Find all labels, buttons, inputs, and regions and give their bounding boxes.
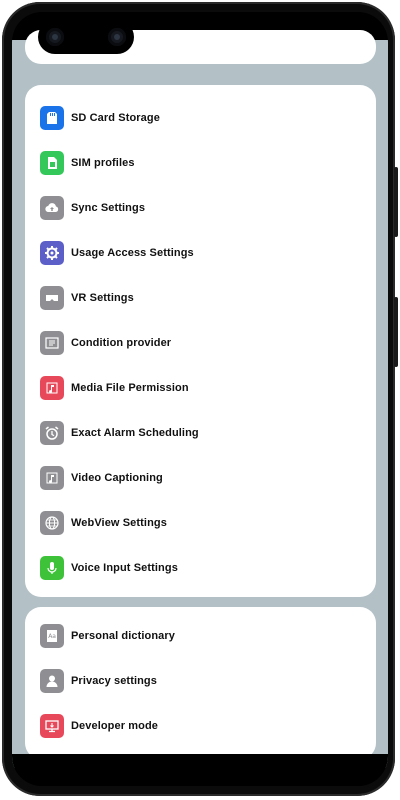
sim-icon — [40, 150, 64, 175]
setting-label: Privacy settings — [71, 674, 157, 687]
camera-cutout — [38, 20, 134, 54]
sd-card-icon — [40, 105, 64, 130]
alarm-clock-icon — [40, 420, 64, 445]
setting-personal-dictionary[interactable]: Aa Personal dictionary — [25, 613, 376, 658]
setting-label: VR Settings — [71, 291, 134, 304]
globe-icon — [40, 510, 64, 535]
setting-sim-profiles[interactable]: SIM profiles — [25, 140, 376, 185]
setting-label: SD Card Storage — [71, 111, 160, 124]
setting-video-captioning[interactable]: Video Captioning — [25, 455, 376, 500]
settings-group-2: Aa Personal dictionary Privacy settings … — [25, 607, 376, 759]
setting-label: Developer mode — [71, 719, 158, 732]
setting-exact-alarm[interactable]: Exact Alarm Scheduling — [25, 410, 376, 455]
setting-label: Voice Input Settings — [71, 561, 178, 574]
setting-vr-settings[interactable]: VR Settings — [25, 275, 376, 320]
setting-privacy[interactable]: Privacy settings — [25, 658, 376, 703]
person-icon — [40, 668, 64, 693]
setting-label: WebView Settings — [71, 516, 167, 529]
power-button — [394, 297, 398, 367]
svg-text:Aa: Aa — [48, 633, 56, 640]
setting-label: Video Captioning — [71, 471, 163, 484]
condition-icon — [40, 330, 64, 355]
setting-label: SIM profiles — [71, 156, 135, 169]
setting-sync-settings[interactable]: Sync Settings — [25, 185, 376, 230]
setting-label: Personal dictionary — [71, 629, 175, 642]
setting-webview[interactable]: WebView Settings — [25, 500, 376, 545]
setting-label: Sync Settings — [71, 201, 146, 214]
caption-icon — [40, 465, 64, 490]
setting-voice-input[interactable]: Voice Input Settings — [25, 545, 376, 590]
front-camera-icon — [46, 28, 64, 46]
dictionary-icon: Aa — [40, 623, 64, 648]
gear-icon — [40, 240, 64, 265]
navigation-bar — [12, 754, 388, 786]
setting-developer-mode[interactable]: Developer mode — [25, 703, 376, 748]
setting-usage-access[interactable]: Usage Access Settings — [25, 230, 376, 275]
volume-button — [394, 167, 398, 237]
settings-group-1: SD Card Storage SIM profiles Sync Settin… — [25, 85, 376, 597]
setting-label: Condition provider — [71, 336, 172, 349]
microphone-icon — [40, 555, 64, 580]
vr-headset-icon — [40, 285, 64, 310]
screen: SD Card Storage SIM profiles Sync Settin… — [12, 12, 388, 786]
front-sensor-icon — [108, 28, 126, 46]
setting-label: Exact Alarm Scheduling — [71, 426, 199, 439]
setting-condition-provider[interactable]: Condition provider — [25, 320, 376, 365]
setting-sd-card-storage[interactable]: SD Card Storage — [25, 95, 376, 140]
settings-content[interactable]: SD Card Storage SIM profiles Sync Settin… — [12, 30, 388, 768]
music-note-icon — [40, 375, 64, 400]
setting-label: Media File Permission — [71, 381, 189, 394]
setting-media-file-permission[interactable]: Media File Permission — [25, 365, 376, 410]
developer-icon — [40, 713, 64, 738]
setting-label: Usage Access Settings — [71, 246, 194, 259]
cloud-sync-icon — [40, 195, 64, 220]
